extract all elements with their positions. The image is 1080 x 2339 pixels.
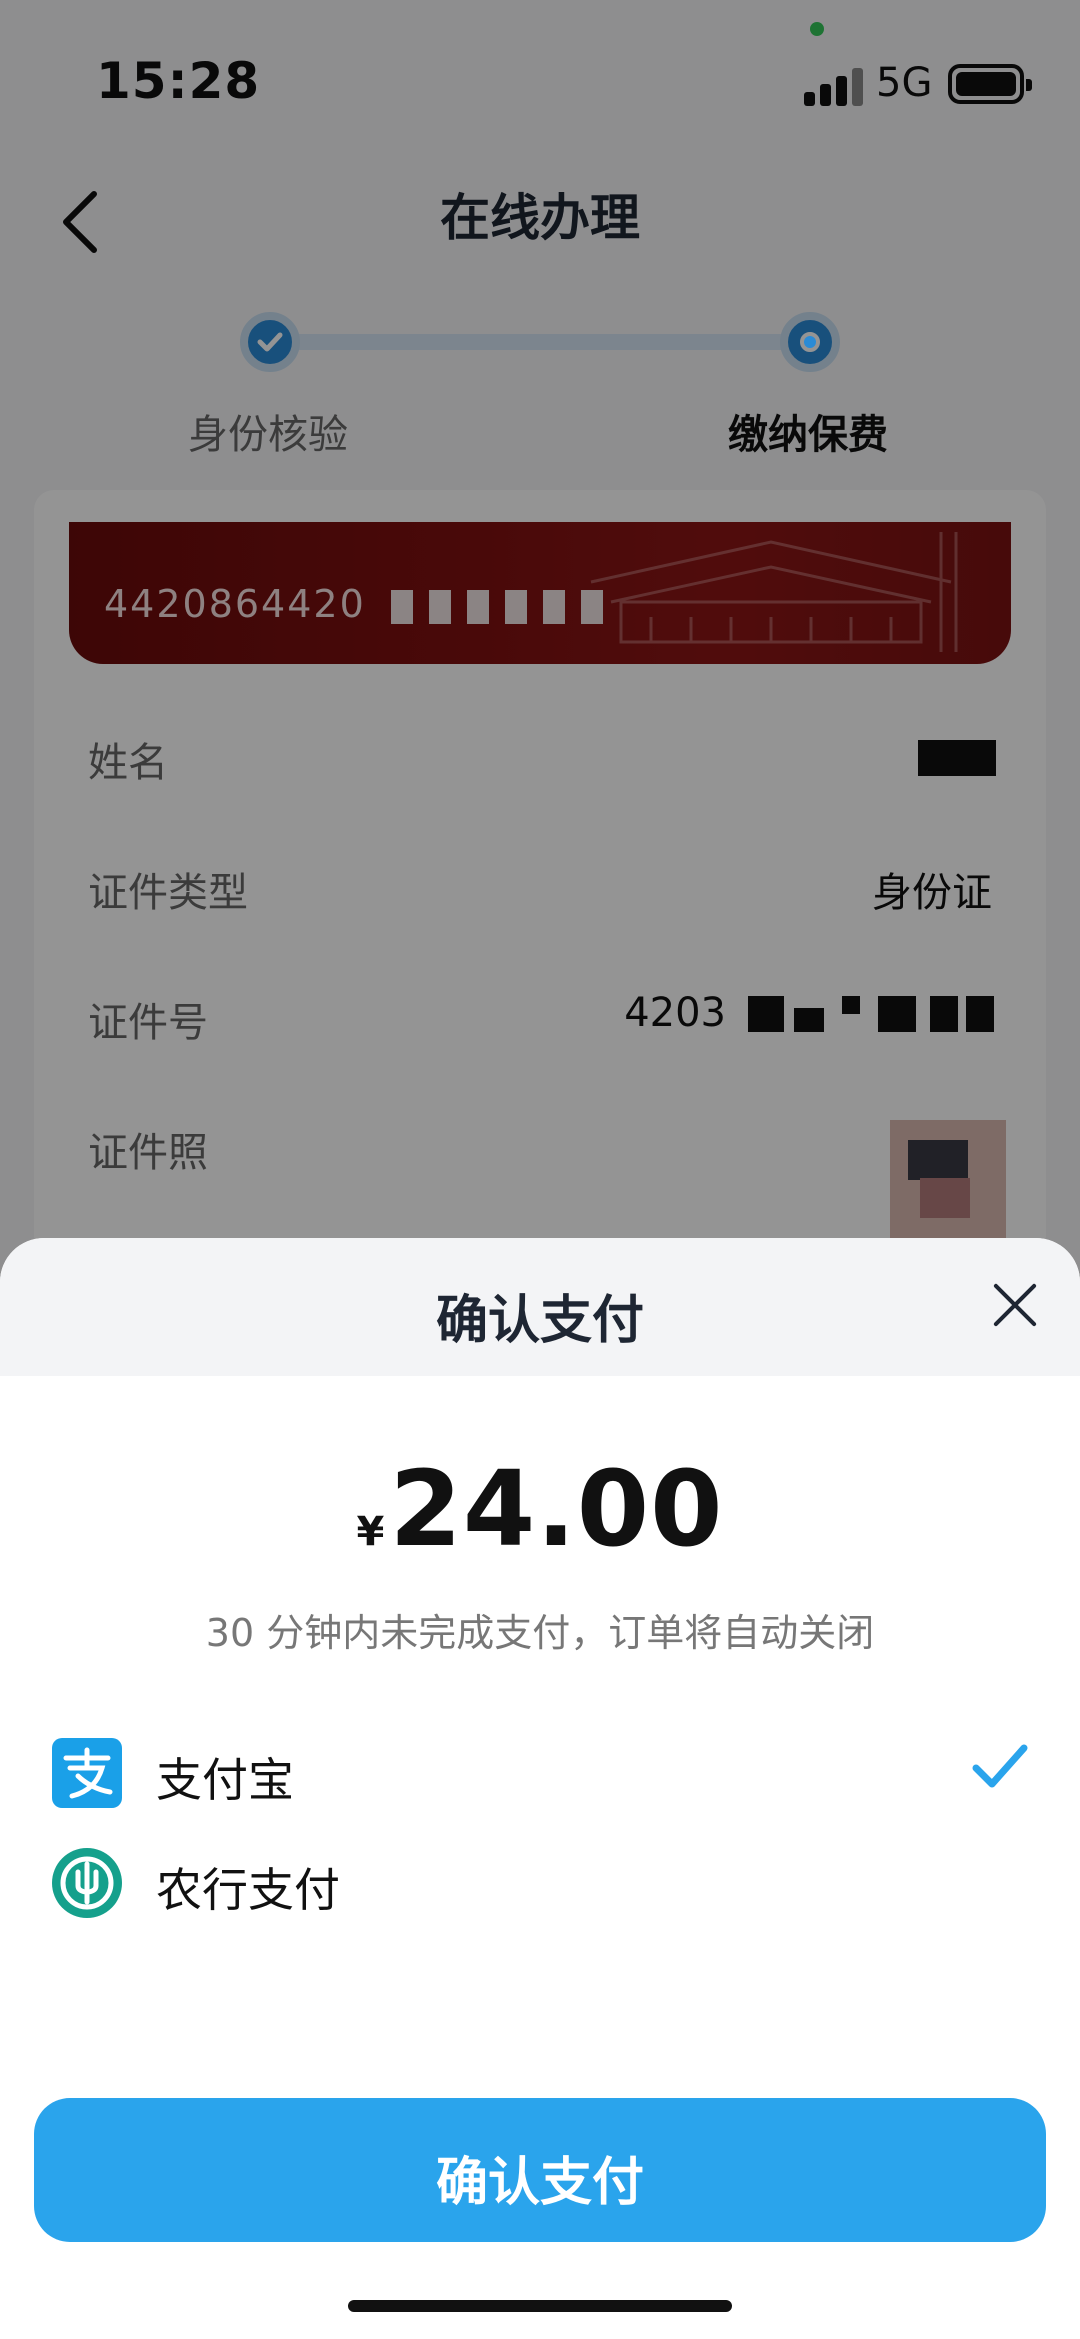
abc-bank-icon (52, 1848, 122, 1918)
selected-check-icon (972, 1744, 1028, 1788)
confirm-payment-button[interactable]: 确认支付 (34, 2098, 1046, 2242)
payment-option-alipay[interactable]: 支付宝 (0, 1716, 1080, 1836)
payment-option-label: 农行支付 (156, 1863, 340, 1917)
currency-symbol: ¥ (356, 1509, 385, 1555)
payment-amount: ¥ 24.00 (0, 1448, 1080, 1570)
timeout-hint: 30 分钟内未完成支付，订单将自动关闭 (205, 1611, 875, 1655)
sheet-title: 确认支付 (435, 1291, 644, 1351)
payment-option-label: 支付宝 (156, 1753, 294, 1807)
close-icon[interactable] (990, 1280, 1040, 1330)
sheet-header: 确认支付 (0, 1238, 1080, 1376)
payment-option-abc-bank[interactable]: 农行支付 (0, 1826, 1080, 1946)
payment-sheet: 确认支付 ¥ 24.00 30 分钟内未完成支付，订单将自动关闭 支付宝 农行支… (0, 1238, 1080, 2339)
confirm-payment-label: 确认支付 (435, 2153, 644, 2213)
alipay-icon (52, 1738, 122, 1808)
home-indicator[interactable] (348, 2300, 732, 2312)
dim-overlay[interactable] (0, 0, 1080, 1290)
amount-value: 24.00 (389, 1448, 724, 1570)
